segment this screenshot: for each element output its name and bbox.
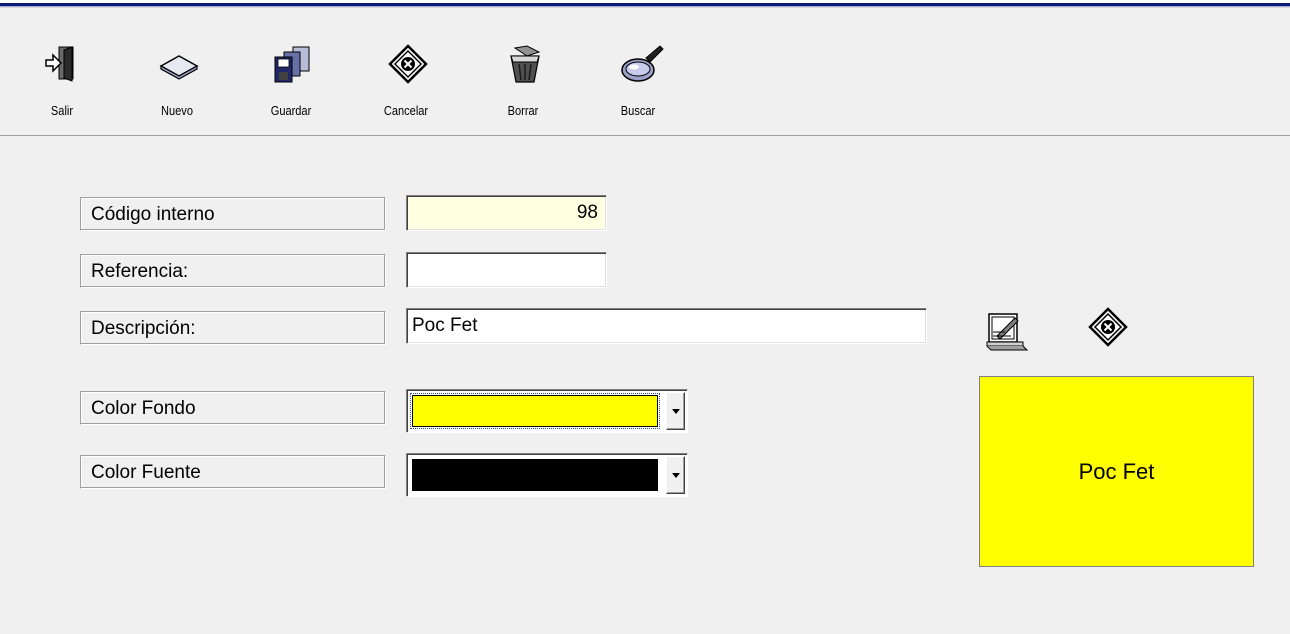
color-fuente-label: Color Fuente <box>80 455 386 489</box>
color-fondo-label: Color Fondo <box>80 391 386 425</box>
magnifier-icon <box>621 45 664 82</box>
cancel-button[interactable]: Cancelar <box>371 34 441 124</box>
descripcion-label: Descripción: <box>80 311 386 345</box>
color-fondo-select[interactable] <box>406 389 688 433</box>
edit-button[interactable] <box>985 310 1029 359</box>
clear-color-button[interactable] <box>1088 307 1128 352</box>
title-bar-strip <box>0 0 1290 8</box>
preview-text: Poc Fet <box>1078 459 1155 484</box>
chevron-down-icon[interactable] <box>666 392 685 430</box>
search-label: Buscar <box>620 103 656 118</box>
exit-label: Salir <box>50 103 74 118</box>
cancel-x-icon <box>1088 307 1128 347</box>
color-fuente-swatch <box>412 459 658 491</box>
codigo-interno-label: Código interno <box>80 197 386 231</box>
exit-button[interactable]: Salir <box>27 34 97 124</box>
search-button[interactable]: Buscar <box>603 34 673 124</box>
chevron-down-icon[interactable] <box>666 456 685 494</box>
edit-document-icon <box>986 313 1029 351</box>
cancel-label: Cancelar <box>383 103 429 118</box>
referencia-field[interactable] <box>406 252 607 288</box>
new-button[interactable]: Nuevo <box>142 34 212 124</box>
trash-bin-icon <box>510 45 541 83</box>
codigo-interno-field[interactable] <box>406 195 607 231</box>
referencia-label: Referencia: <box>80 254 386 288</box>
new-document-icon <box>159 55 199 80</box>
toolbar: Salir Nuevo Guardar Cancelar Borrar Busc… <box>0 8 1290 136</box>
delete-label: Borrar <box>507 103 539 118</box>
save-button[interactable]: Guardar <box>256 34 326 124</box>
descripcion-field[interactable] <box>406 308 927 344</box>
delete-button[interactable]: Borrar <box>488 34 558 124</box>
color-fuente-select[interactable] <box>406 453 688 497</box>
new-label: Nuevo <box>161 103 193 118</box>
color-preview-box: Poc Fet <box>979 376 1254 567</box>
cancel-x-icon <box>388 44 428 84</box>
color-fondo-swatch <box>410 393 660 429</box>
save-label: Guardar <box>270 103 312 118</box>
save-disks-icon <box>274 46 310 83</box>
exit-door-icon <box>45 46 74 82</box>
